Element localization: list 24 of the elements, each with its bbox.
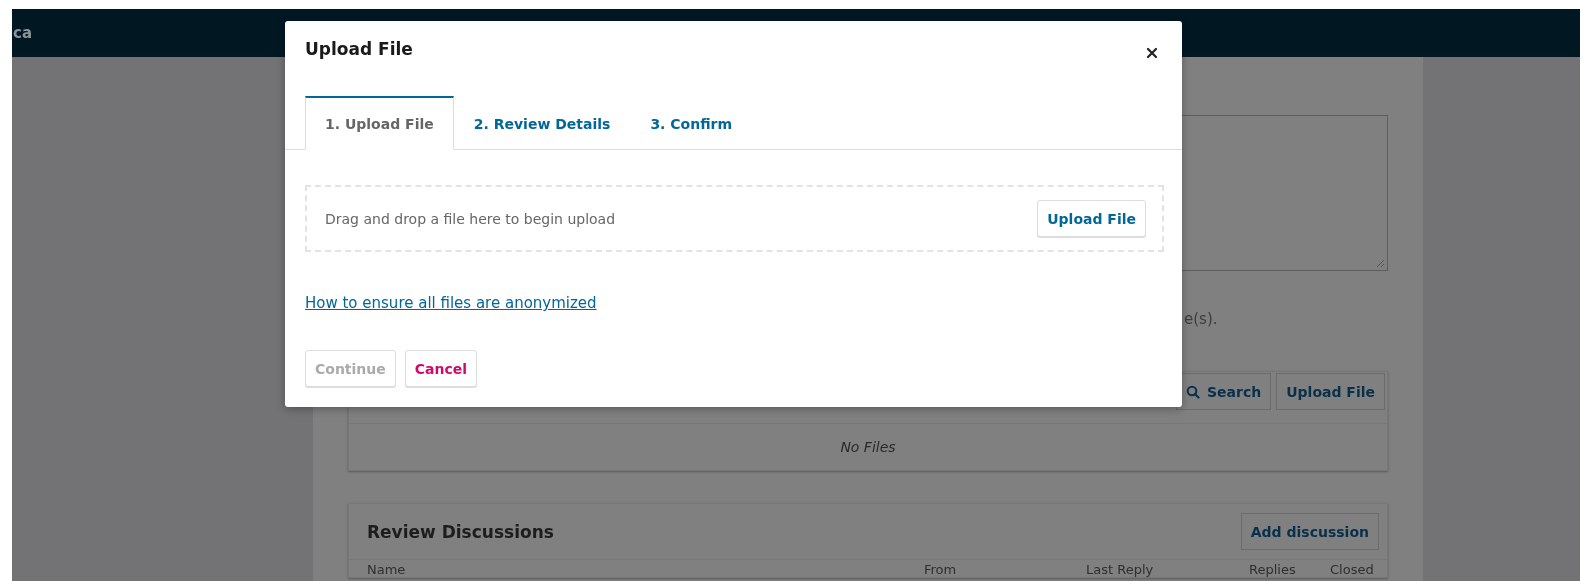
upload-file-button[interactable]: Upload File [1037, 200, 1146, 237]
column-header: Name [367, 562, 407, 577]
step-tab[interactable]: 3. Confirm [630, 96, 753, 150]
search-icon[interactable] [1186, 384, 1200, 399]
step-tab[interactable]: 2. Review Details [453, 96, 631, 150]
close-icon[interactable] [1146, 47, 1158, 59]
column-header: Last Reply [1086, 562, 1155, 577]
column-header: Replies [1249, 562, 1297, 577]
search-button[interactable]: Search [1176, 373, 1272, 410]
help-text: e(s). [1184, 310, 1218, 328]
column-header: From [924, 562, 958, 577]
upload-file-button[interactable]: Upload File [1276, 373, 1385, 410]
panel-title: Review Discussions [367, 521, 554, 542]
step-tab[interactable]: 1. Upload File [305, 96, 454, 150]
empty-message: No Files [840, 439, 896, 455]
drop-message: Drag and drop a file here to begin upload [325, 210, 616, 227]
resize-grip-icon[interactable] [1376, 259, 1385, 268]
add-discussion-button[interactable]: Add discussion [1240, 513, 1379, 550]
cancel-button[interactable]: Cancel [404, 350, 478, 387]
help-link[interactable]: How to ensure all files are anonymized [305, 294, 597, 312]
site-title[interactable]: ca [12, 24, 32, 42]
drop-zone[interactable]: Drag and drop a file here to begin upload Upload File [305, 185, 1164, 252]
dialog-title: Upload File [305, 39, 413, 59]
column-header: Closed [1330, 562, 1375, 577]
